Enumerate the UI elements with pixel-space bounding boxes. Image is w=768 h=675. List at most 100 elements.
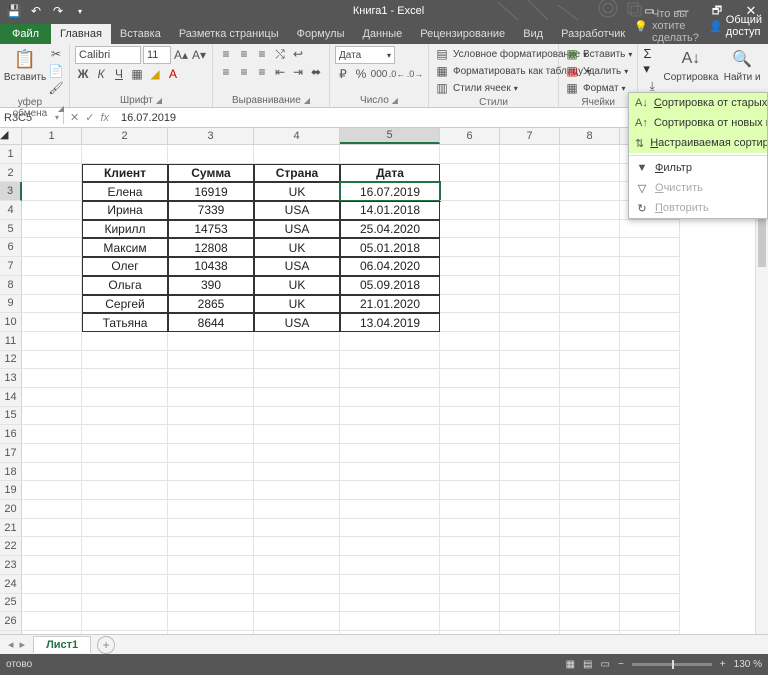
cell[interactable] [168,369,254,388]
format-painter-icon[interactable]: 🖌 [48,80,64,96]
row-header[interactable]: 6 [0,238,22,257]
wrap-text-icon[interactable]: ↩ [290,46,306,62]
cell[interactable] [340,145,440,164]
cell[interactable] [168,500,254,519]
cell[interactable] [560,594,620,613]
save-icon[interactable]: 💾 [4,1,24,21]
cell[interactable] [500,425,560,444]
row-header[interactable]: 17 [0,444,22,463]
cell[interactable] [340,463,440,482]
font-name-combo[interactable]: Calibri [75,46,141,64]
row-header[interactable]: 7 [0,257,22,276]
cell[interactable] [168,519,254,538]
row-header[interactable]: 24 [0,575,22,594]
cell[interactable] [254,351,340,370]
cell[interactable] [620,425,680,444]
cell[interactable] [82,145,168,164]
cell[interactable]: UK [254,295,340,314]
cell[interactable] [440,500,500,519]
cell[interactable] [500,594,560,613]
cell[interactable]: 7339 [168,201,254,220]
cell[interactable] [440,164,500,183]
cell[interactable]: Ирина [82,201,168,220]
borders-icon[interactable]: ▦ [129,66,145,82]
cell[interactable] [560,425,620,444]
cell[interactable] [440,257,500,276]
cell[interactable]: USA [254,313,340,332]
col-header[interactable]: 2 [82,128,168,144]
cell[interactable] [440,444,500,463]
col-header[interactable]: 8 [560,128,620,144]
tab-nav-last-icon[interactable]: ▸ [20,638,26,651]
cell[interactable] [620,500,680,519]
cell[interactable] [22,594,82,613]
redo-icon[interactable]: ↷ [48,1,68,21]
row-header[interactable]: 10 [0,313,22,332]
align-middle-icon[interactable]: ≡ [236,46,252,62]
cell[interactable] [500,182,560,201]
select-all-corner[interactable]: ◢ [0,128,22,144]
cell[interactable] [500,519,560,538]
cell[interactable]: 14753 [168,220,254,239]
cell[interactable] [440,295,500,314]
cell[interactable] [168,388,254,407]
comma-icon[interactable]: 000 [371,66,387,82]
dialog-launcher-icon[interactable]: ◢ [392,96,398,105]
cell[interactable] [22,351,82,370]
cell[interactable] [500,556,560,575]
cell[interactable] [560,201,620,220]
tab-pagelayout[interactable]: Разметка страницы [170,24,288,44]
cell[interactable] [22,463,82,482]
cell[interactable] [500,407,560,426]
zoom-value[interactable]: 130 % [734,659,762,670]
cell[interactable]: Татьяна [82,313,168,332]
cell[interactable] [500,481,560,500]
cell[interactable]: 14.01.2018 [340,201,440,220]
cell[interactable] [500,575,560,594]
cell[interactable] [254,594,340,613]
undo-icon[interactable]: ↶ [26,1,46,21]
cell[interactable] [440,575,500,594]
row-header[interactable]: 11 [0,332,22,351]
cell[interactable] [254,332,340,351]
cell[interactable] [22,575,82,594]
cell[interactable] [500,295,560,314]
row-header[interactable]: 19 [0,481,22,500]
cell[interactable] [440,182,500,201]
cell[interactable]: Максим [82,238,168,257]
view-pagelayout-icon[interactable]: ▤ [583,659,592,670]
row-header[interactable]: 9 [0,295,22,314]
cell[interactable] [340,444,440,463]
cell[interactable] [22,444,82,463]
cell[interactable] [560,295,620,314]
cut-icon[interactable]: ✂ [48,46,64,62]
cell[interactable] [620,220,680,239]
cell[interactable] [82,519,168,538]
cell[interactable] [22,425,82,444]
cell[interactable] [560,519,620,538]
cell[interactable] [560,257,620,276]
align-right-icon[interactable]: ≡ [254,64,270,80]
tab-formulas[interactable]: Формулы [288,24,354,44]
cell[interactable] [22,220,82,239]
cell[interactable] [168,425,254,444]
cell[interactable] [440,388,500,407]
cell[interactable] [22,388,82,407]
font-size-combo[interactable]: 11 [143,46,171,64]
cell[interactable] [168,145,254,164]
cell[interactable] [82,407,168,426]
cell[interactable] [500,388,560,407]
tab-view[interactable]: Вид [514,24,552,44]
cell[interactable] [254,575,340,594]
cell[interactable] [254,407,340,426]
cell[interactable] [440,537,500,556]
cell[interactable] [560,481,620,500]
tab-review[interactable]: Рецензирование [411,24,514,44]
cell[interactable] [82,369,168,388]
cell[interactable] [340,612,440,631]
cell[interactable] [254,463,340,482]
cell[interactable]: 13.04.2019 [340,313,440,332]
cell[interactable]: USA [254,257,340,276]
grow-font-icon[interactable]: A▴ [173,47,189,63]
row-header[interactable]: 1 [0,145,22,164]
